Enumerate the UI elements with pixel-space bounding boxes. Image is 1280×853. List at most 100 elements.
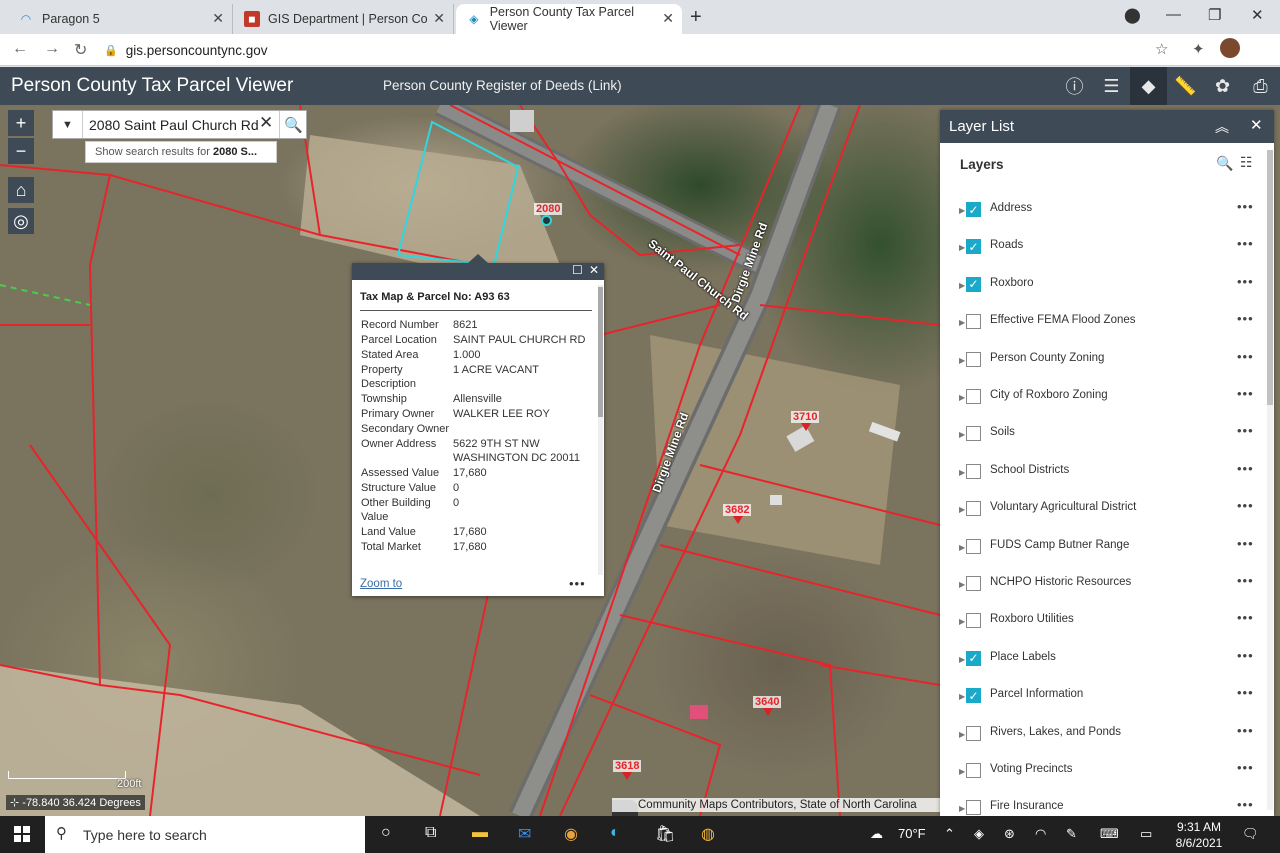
- more-options-icon[interactable]: •••: [1237, 648, 1254, 663]
- close-icon[interactable]: ✕: [433, 10, 445, 27]
- close-icon[interactable]: ✕: [589, 263, 599, 277]
- expand-icon[interactable]: ▶: [959, 468, 965, 477]
- search-icon[interactable]: 🔍: [1216, 155, 1233, 172]
- tab-gis-department[interactable]: ◼ GIS Department | Person County ✕: [234, 4, 454, 34]
- layer-list-scrollbar[interactable]: [1267, 150, 1273, 810]
- tray-app-icon[interactable]: ⊛: [1004, 826, 1015, 842]
- app-icon[interactable]: ◍: [701, 824, 715, 844]
- expand-icon[interactable]: ▶: [959, 804, 965, 813]
- tab-paragon[interactable]: ◠ Paragon 5 ✕: [8, 4, 233, 34]
- new-tab-icon[interactable]: +: [690, 6, 702, 29]
- layer-checkbox[interactable]: ✓: [966, 650, 981, 666]
- layer-checkbox[interactable]: [966, 351, 981, 367]
- clear-search-icon[interactable]: ✕: [259, 113, 273, 133]
- url-field[interactable]: 🔒 gis.personcountync.gov: [104, 39, 268, 61]
- taskbar-search[interactable]: ⚲ Type here to search: [45, 816, 365, 853]
- chrome-icon[interactable]: ◉: [564, 824, 578, 844]
- weather-temp[interactable]: 70°F: [898, 826, 926, 841]
- layer-checkbox[interactable]: [966, 725, 981, 741]
- expand-icon[interactable]: ▶: [959, 580, 965, 589]
- tray-chevron-icon[interactable]: ⌃: [944, 826, 955, 842]
- more-options-icon[interactable]: •••: [569, 576, 586, 591]
- layer-checkbox[interactable]: [966, 538, 981, 554]
- expand-icon[interactable]: ▶: [959, 543, 965, 552]
- close-icon[interactable]: ✕: [662, 10, 674, 27]
- minimize-icon[interactable]: —: [1166, 6, 1181, 23]
- filter-icon[interactable]: ☷: [1240, 154, 1253, 171]
- tray-app-icon[interactable]: ◈: [974, 826, 984, 842]
- layer-list-scroll-thumb[interactable]: [1267, 150, 1273, 405]
- layer-item[interactable]: ▶ Voluntary Agricultural District •••: [940, 495, 1274, 532]
- layer-checkbox[interactable]: [966, 800, 981, 816]
- layer-item[interactable]: ▶ FUDS Camp Butner Range •••: [940, 533, 1274, 570]
- file-explorer-icon[interactable]: ▬: [472, 824, 488, 842]
- restore-icon[interactable]: ❐: [1208, 6, 1221, 24]
- layer-checkbox[interactable]: [966, 501, 981, 517]
- more-options-icon[interactable]: •••: [1237, 236, 1254, 251]
- layer-item[interactable]: ▶ ✓ Place Labels •••: [940, 645, 1274, 682]
- layer-item[interactable]: ▶ School Districts •••: [940, 458, 1274, 495]
- more-options-icon[interactable]: •••: [1237, 573, 1254, 588]
- weather-icon[interactable]: ☁: [870, 826, 883, 842]
- home-button[interactable]: ⌂: [8, 177, 34, 203]
- info-icon[interactable]: ⓘ: [1056, 67, 1093, 105]
- layer-checkbox[interactable]: [966, 763, 981, 778]
- layers-icon[interactable]: ◆: [1130, 67, 1167, 105]
- search-source-dropdown[interactable]: ▼: [53, 111, 83, 138]
- close-icon[interactable]: ✕: [1250, 116, 1263, 134]
- layer-item[interactable]: ▶ Roxboro Utilities •••: [940, 607, 1274, 644]
- popup-scroll-thumb[interactable]: [598, 287, 603, 417]
- search-suggestion[interactable]: Show search results for 2080 S...: [85, 141, 277, 163]
- layer-checkbox[interactable]: [966, 613, 981, 629]
- windows-start-icon[interactable]: [14, 826, 30, 842]
- search-input[interactable]: [89, 115, 259, 135]
- expand-icon[interactable]: ▶: [959, 393, 965, 402]
- more-options-icon[interactable]: •••: [1237, 349, 1254, 364]
- collapse-icon[interactable]: ︽: [1215, 117, 1229, 137]
- profile-dropdown-icon[interactable]: ⬤: [1124, 6, 1141, 24]
- coordinates-toggle-icon[interactable]: ⊹: [10, 797, 19, 809]
- forward-icon[interactable]: →: [44, 40, 60, 58]
- window-close-icon[interactable]: ✕: [1251, 6, 1264, 24]
- search-button[interactable]: 🔍: [279, 111, 307, 138]
- task-view-icon[interactable]: ⧉: [425, 824, 436, 842]
- layer-item[interactable]: ▶ ✓ Address •••: [940, 196, 1274, 233]
- more-options-icon[interactable]: •••: [1237, 311, 1254, 326]
- layer-item[interactable]: ▶ Effective FEMA Flood Zones •••: [940, 308, 1274, 345]
- more-options-icon[interactable]: •••: [1237, 423, 1254, 438]
- layer-item[interactable]: ▶ ✓ Roxboro •••: [940, 271, 1274, 308]
- more-options-icon[interactable]: •••: [1237, 610, 1254, 625]
- zoom-in-button[interactable]: +: [8, 110, 34, 136]
- display-icon[interactable]: ▭: [1140, 826, 1152, 842]
- expand-icon[interactable]: ▶: [959, 730, 965, 739]
- more-options-icon[interactable]: •••: [1237, 723, 1254, 738]
- more-options-icon[interactable]: •••: [1237, 461, 1254, 476]
- more-options-icon[interactable]: •••: [1237, 760, 1254, 775]
- layer-item[interactable]: ▶ Fire Insurance •••: [940, 794, 1274, 816]
- popup-scrollbar[interactable]: [598, 285, 603, 575]
- layer-item[interactable]: ▶ Rivers, Lakes, and Ponds •••: [940, 720, 1274, 757]
- register-of-deeds-link[interactable]: Person County Register of Deeds (Link): [383, 78, 622, 93]
- layer-checkbox[interactable]: ✓: [966, 239, 981, 255]
- locate-button[interactable]: ◎: [8, 208, 34, 234]
- layer-checkbox[interactable]: [966, 463, 981, 479]
- edge-icon[interactable]: ◐: [610, 824, 620, 842]
- more-options-icon[interactable]: •••: [1237, 797, 1254, 812]
- expand-icon[interactable]: ▶: [959, 692, 965, 701]
- layer-checkbox[interactable]: ✓: [966, 688, 981, 704]
- back-icon[interactable]: ←: [12, 40, 28, 58]
- expand-icon[interactable]: ▶: [959, 617, 965, 626]
- more-options-icon[interactable]: •••: [1237, 685, 1254, 700]
- expand-icon[interactable]: ▶: [959, 430, 965, 439]
- layer-item[interactable]: ▶ ✓ Parcel Information •••: [940, 682, 1274, 719]
- tab-parcel-viewer[interactable]: ◈ Person County Tax Parcel Viewer ✕: [456, 4, 682, 34]
- mail-icon[interactable]: ✉: [518, 824, 531, 844]
- keyboard-icon[interactable]: ⌨: [1100, 826, 1119, 842]
- layer-checkbox[interactable]: [966, 389, 981, 404]
- layer-item[interactable]: ▶ City of Roxboro Zoning •••: [940, 383, 1274, 420]
- close-icon[interactable]: ✕: [212, 10, 224, 27]
- basemap-gallery-icon[interactable]: ✿: [1204, 67, 1241, 105]
- expand-icon[interactable]: ▶: [959, 318, 965, 327]
- layer-item[interactable]: ▶ Soils •••: [940, 420, 1274, 457]
- cortana-icon[interactable]: ○: [381, 824, 391, 842]
